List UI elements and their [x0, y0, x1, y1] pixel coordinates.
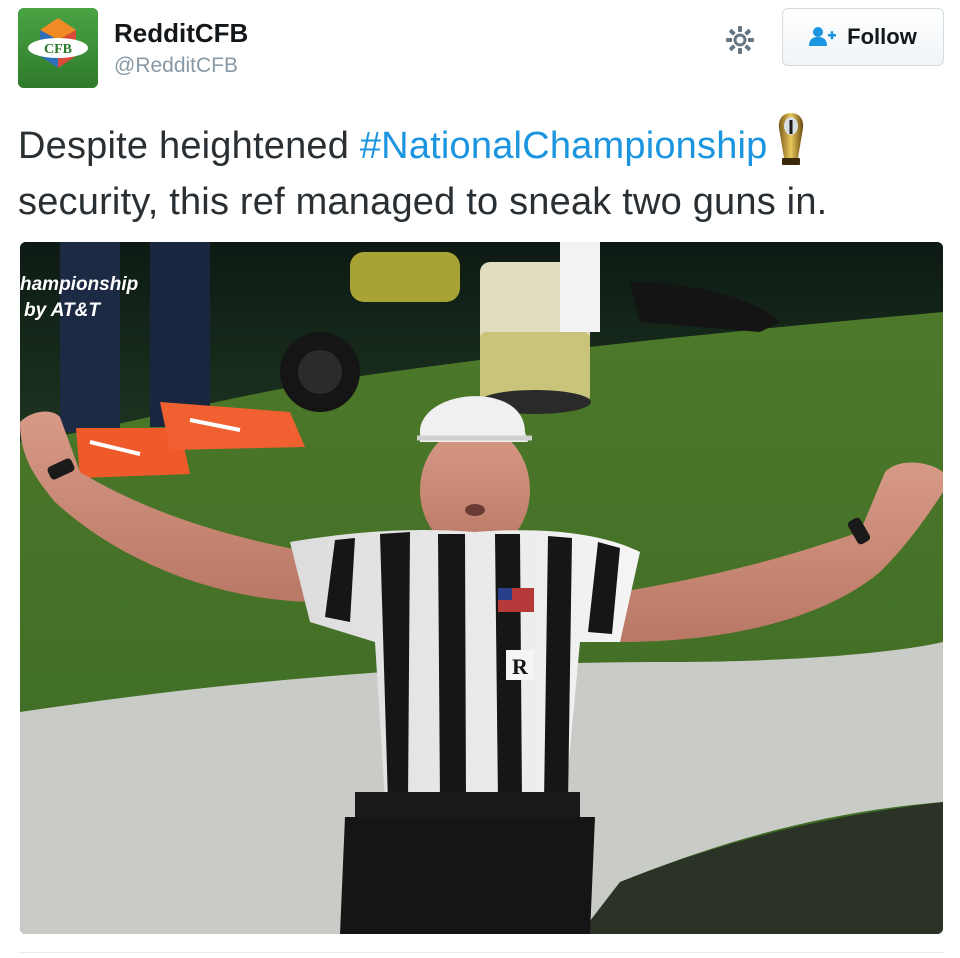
tweet-photo[interactable]: hampionship by AT&T R: [20, 242, 943, 934]
tweet-text: Despite heightened #NationalChampionship…: [18, 112, 948, 230]
divider: [18, 952, 944, 953]
badge-letter: R: [512, 654, 529, 679]
gear-icon[interactable]: [720, 20, 760, 60]
avatar-text: CFB: [44, 42, 72, 57]
user-handle[interactable]: @RedditCFB: [114, 52, 248, 80]
follow-button[interactable]: Follow: [782, 8, 944, 66]
follow-label: Follow: [847, 24, 917, 49]
avatar[interactable]: CFB: [18, 8, 98, 88]
overlay-text-1: hampionship: [20, 274, 138, 295]
tweet-text-end: security, this ref managed to sneak two …: [18, 181, 828, 223]
tweet-header: CFB RedditCFB @RedditCFB Follow: [18, 8, 944, 90]
tweet-text-start: Despite heightened: [18, 125, 360, 167]
display-name[interactable]: RedditCFB: [114, 18, 248, 48]
tweet-card: CFB RedditCFB @RedditCFB Follow Despite …: [0, 0, 960, 958]
user-names: RedditCFB @RedditCFB: [114, 18, 248, 80]
overlay-text-2: by AT&T: [24, 300, 101, 321]
hashtag-link[interactable]: #NationalChampionship: [360, 125, 768, 167]
add-user-icon: [809, 27, 837, 46]
trophy-icon: [776, 112, 806, 166]
